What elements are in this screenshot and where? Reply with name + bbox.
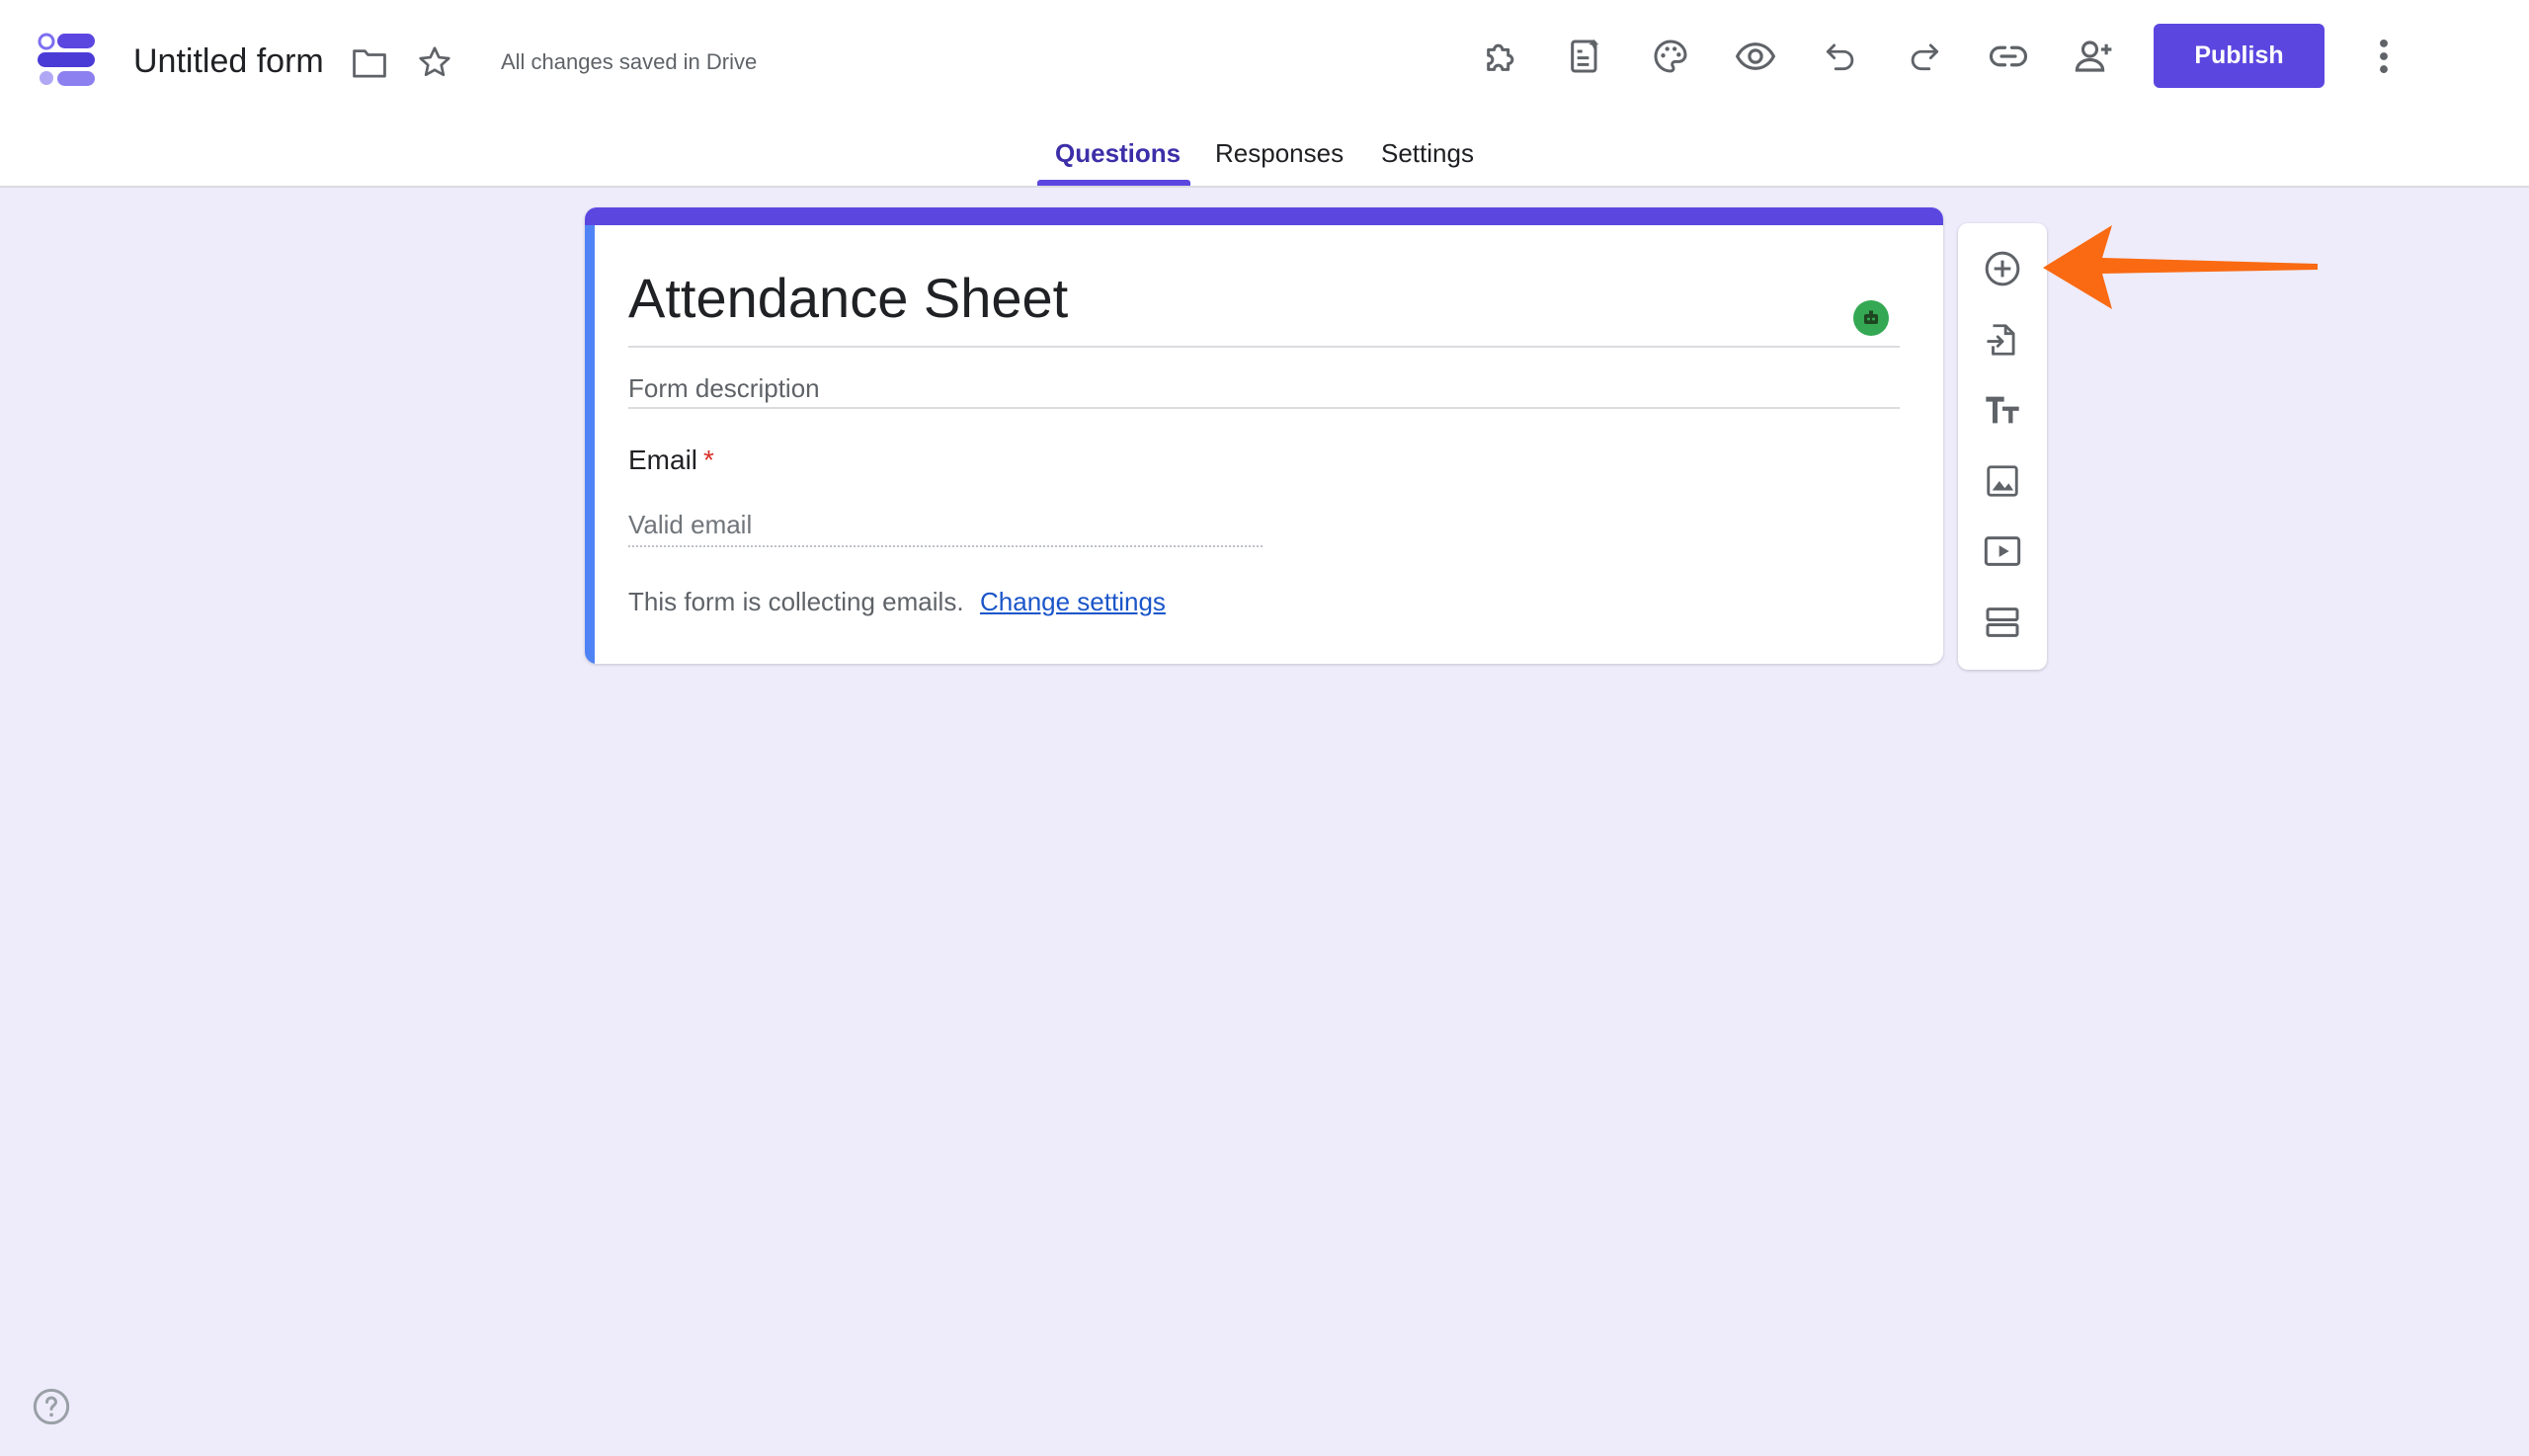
required-asterisk: *: [703, 445, 714, 475]
redo-icon[interactable]: [1898, 30, 1951, 83]
email-input[interactable]: [628, 504, 1263, 547]
description-divider: [628, 407, 1900, 409]
addons-icon[interactable]: [1475, 30, 1528, 83]
change-settings-link[interactable]: Change settings: [980, 587, 1166, 617]
preview-icon[interactable]: [1729, 30, 1782, 83]
form-name-title[interactable]: Attendance Sheet: [628, 265, 1068, 332]
form-header-card[interactable]: Attendance Sheet Form description Email *…: [585, 207, 1943, 664]
folder-icon[interactable]: [348, 41, 391, 85]
import-questions-icon[interactable]: [1975, 312, 2030, 367]
save-status: All changes saved in Drive: [501, 49, 758, 74]
link-icon[interactable]: [1982, 30, 2035, 83]
side-toolbar: [1958, 223, 2047, 670]
card-focus-indicator: [585, 225, 595, 664]
star-icon[interactable]: [412, 40, 457, 85]
add-video-icon[interactable]: [1975, 524, 2030, 579]
more-vert-icon[interactable]: [2357, 30, 2410, 83]
collecting-emails-text: This form is collecting emails.: [628, 587, 964, 616]
email-question-label: Email *: [628, 445, 714, 476]
tab-settings[interactable]: Settings: [1381, 138, 1474, 188]
add-collaborator-icon[interactable]: [2067, 30, 2120, 83]
add-question-icon[interactable]: [1975, 241, 2030, 296]
forms-logo-icon[interactable]: [36, 30, 99, 89]
palette-icon[interactable]: [1644, 30, 1697, 83]
card-accent-bar: [585, 207, 1943, 225]
title-divider: [628, 346, 1900, 348]
publish-button[interactable]: Publish: [2154, 24, 2325, 88]
form-title[interactable]: Untitled form: [133, 40, 324, 83]
undo-icon[interactable]: [1814, 30, 1867, 83]
ai-icon[interactable]: [1559, 30, 1612, 83]
active-tab-indicator: [1037, 180, 1190, 186]
add-title-icon[interactable]: [1975, 382, 2030, 438]
form-description[interactable]: Form description: [628, 373, 820, 404]
help-icon[interactable]: [32, 1387, 71, 1426]
header: Untitled form All changes saved in Drive…: [0, 0, 2529, 188]
addon-badge-icon[interactable]: [1853, 300, 1889, 336]
annotation-arrow-icon: [2043, 225, 2318, 309]
email-question-text: Email: [628, 445, 698, 475]
tab-responses[interactable]: Responses: [1215, 138, 1344, 188]
add-image-icon[interactable]: [1975, 453, 2030, 509]
add-section-icon[interactable]: [1975, 595, 2030, 650]
